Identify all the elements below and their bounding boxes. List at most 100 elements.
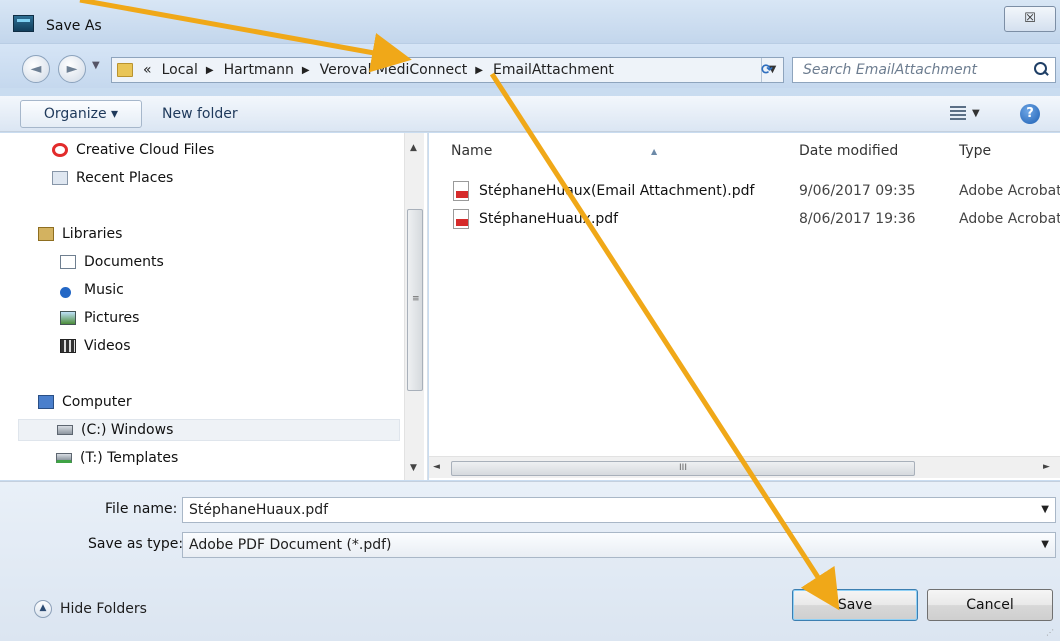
search-icon[interactable] — [1034, 62, 1048, 76]
file-date-modified: 9/06/2017 09:35 — [799, 183, 916, 199]
save-options-panel: File name: StéphaneHuaux.pdf ▼ Save as t… — [0, 481, 1060, 641]
file-name-label: File name: — [105, 501, 178, 517]
breadcrumb-overflow[interactable]: « — [143, 62, 152, 78]
file-name-chevron-down-icon[interactable]: ▼ — [1041, 504, 1049, 515]
column-header-label: Type — [959, 143, 992, 159]
file-row[interactable]: StéphaneHuaux.pdf 8/06/2017 19:36 Adobe … — [451, 209, 1060, 231]
nav-item-c-windows[interactable]: (C:) Windows — [18, 419, 400, 441]
close-button[interactable]: ☒ — [1004, 6, 1056, 32]
view-options-chevron-down-icon[interactable]: ▼ — [972, 108, 980, 119]
nav-scroll-thumb[interactable]: ≡ — [407, 209, 423, 391]
nav-item-label: Recent Places — [76, 170, 174, 186]
sort-ascending-icon: ▲ — [651, 147, 658, 156]
file-list-horizontal-scrollbar[interactable]: ◄ III ► — [429, 456, 1060, 478]
column-header-type[interactable]: Type — [959, 143, 991, 167]
nav-item-label: Music — [84, 282, 124, 298]
scroll-left-arrow-icon[interactable]: ◄ — [433, 462, 440, 472]
save-button[interactable]: Save — [792, 589, 918, 621]
resize-grip-icon[interactable]: ⋰ — [1046, 628, 1054, 637]
hide-folders-button[interactable]: ▲ Hide Folders — [34, 600, 147, 618]
horizontal-scroll-thumb[interactable]: III — [451, 461, 915, 476]
breadcrumb-veroval-mediconnect[interactable]: Veroval MediConnect — [320, 62, 468, 78]
scroll-up-arrow-icon[interactable]: ▲ — [410, 143, 417, 153]
file-name: StéphaneHuaux(Email Attachment).pdf — [479, 183, 755, 199]
pdf-file-icon — [453, 181, 469, 201]
nav-item-computer[interactable]: Computer — [38, 391, 132, 413]
computer-icon — [38, 395, 54, 409]
help-icon[interactable]: ? — [1020, 104, 1040, 124]
chevron-up-icon: ▲ — [34, 600, 52, 618]
file-type: Adobe Acrobat — [959, 211, 1060, 227]
refresh-icon[interactable]: ⟳ — [752, 57, 782, 83]
nav-item-music[interactable]: Music — [60, 279, 124, 301]
folder-icon — [117, 63, 133, 77]
save-type-select[interactable]: Adobe PDF Document (*.pdf) ▼ — [182, 532, 1056, 558]
nav-item-label: Libraries — [62, 226, 123, 242]
file-type: Adobe Acrobat — [959, 183, 1060, 199]
file-name-value: StéphaneHuaux.pdf — [189, 502, 329, 518]
breadcrumb-local[interactable]: Local — [162, 62, 198, 78]
column-header-label: Date modified — [799, 143, 899, 159]
drive-icon — [57, 425, 73, 435]
nav-item-t-templates[interactable]: (T:) Templates — [56, 447, 178, 469]
address-bar[interactable]: « Local ▶ Hartmann ▶ Veroval MediConnect… — [111, 57, 784, 83]
column-header-name[interactable]: Name ▲ — [451, 143, 791, 167]
scroll-grip-icon: ≡ — [412, 294, 420, 304]
breadcrumb-separator-icon[interactable]: ▶ — [206, 65, 214, 76]
videos-icon — [60, 339, 76, 353]
cancel-button[interactable]: Cancel — [927, 589, 1053, 621]
documents-icon — [60, 255, 76, 269]
app-icon — [13, 15, 34, 32]
navigation-bar: ◄ ► ▼ « Local ▶ Hartmann ▶ Veroval MediC… — [0, 44, 1060, 88]
nav-item-creative-cloud[interactable]: Creative Cloud Files — [52, 139, 214, 161]
change-view-icon[interactable] — [950, 106, 966, 120]
title-bar: Save As ☒ — [0, 0, 1060, 44]
nav-item-label: Computer — [62, 394, 132, 410]
pictures-icon — [60, 311, 76, 325]
navigation-pane[interactable]: Creative Cloud Files Recent Places Libra… — [0, 133, 428, 480]
nav-item-label: Documents — [84, 254, 164, 270]
column-header-label: Name — [451, 143, 493, 159]
breadcrumb-separator-icon[interactable]: ▶ — [302, 65, 310, 76]
file-name-input[interactable]: StéphaneHuaux.pdf ▼ — [182, 497, 1056, 523]
back-button[interactable]: ◄ — [22, 55, 50, 83]
nav-item-pictures[interactable]: Pictures — [60, 307, 139, 329]
nav-item-label: (C:) Windows — [81, 422, 174, 438]
nav-item-libraries[interactable]: Libraries — [38, 223, 122, 245]
nav-item-label: Videos — [84, 338, 131, 354]
nav-item-label: Creative Cloud Files — [76, 142, 215, 158]
forward-button[interactable]: ► — [58, 55, 86, 83]
organize-button[interactable]: Organize ▾ — [20, 100, 142, 128]
file-list[interactable]: Name ▲ Date modified Type StéphaneHuaux(… — [429, 133, 1060, 480]
column-header-date-modified[interactable]: Date modified — [799, 143, 898, 167]
nav-item-label: (T:) Templates — [80, 450, 179, 466]
nav-item-recent-places[interactable]: Recent Places — [52, 167, 173, 189]
creative-cloud-icon — [52, 143, 68, 157]
save-type-label: Save as type: — [88, 536, 184, 552]
file-row[interactable]: StéphaneHuaux(Email Attachment).pdf 9/06… — [451, 181, 1060, 203]
recent-places-icon — [52, 171, 68, 185]
window-title: Save As — [46, 18, 102, 34]
recent-locations-chevron-down-icon[interactable]: ▼ — [92, 60, 100, 71]
nav-item-videos[interactable]: Videos — [60, 335, 131, 357]
command-toolbar: Organize ▾ New folder ▼ ? — [0, 96, 1060, 132]
nav-item-label: Pictures — [84, 310, 140, 326]
network-drive-icon — [56, 453, 72, 463]
scroll-right-arrow-icon[interactable]: ► — [1043, 462, 1050, 472]
nav-pane-scrollbar[interactable]: ▲ ≡ ▼ — [404, 133, 424, 480]
libraries-icon — [38, 227, 54, 241]
file-date-modified: 8/06/2017 19:36 — [799, 211, 916, 227]
music-icon — [60, 287, 71, 298]
pdf-file-icon — [453, 209, 469, 229]
breadcrumb-separator-icon[interactable]: ▶ — [475, 65, 483, 76]
breadcrumb-hartmann[interactable]: Hartmann — [224, 62, 294, 78]
nav-item-documents[interactable]: Documents — [60, 251, 164, 273]
search-input[interactable]: Search EmailAttachment — [792, 57, 1056, 83]
save-type-value: Adobe PDF Document (*.pdf) — [189, 537, 392, 553]
new-folder-button[interactable]: New folder — [162, 106, 238, 122]
save-type-chevron-down-icon[interactable]: ▼ — [1041, 539, 1049, 550]
scroll-down-arrow-icon[interactable]: ▼ — [410, 463, 417, 473]
breadcrumb-emailattachment[interactable]: EmailAttachment — [493, 62, 614, 78]
file-name: StéphaneHuaux.pdf — [479, 211, 619, 227]
hide-folders-label: Hide Folders — [60, 601, 147, 617]
